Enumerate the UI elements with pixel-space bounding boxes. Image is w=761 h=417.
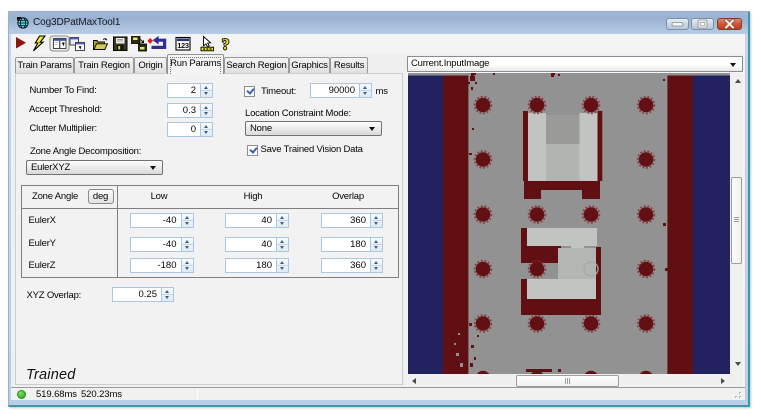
svg-text:?: ? — [222, 37, 230, 54]
svg-text:123: 123 — [177, 41, 189, 50]
